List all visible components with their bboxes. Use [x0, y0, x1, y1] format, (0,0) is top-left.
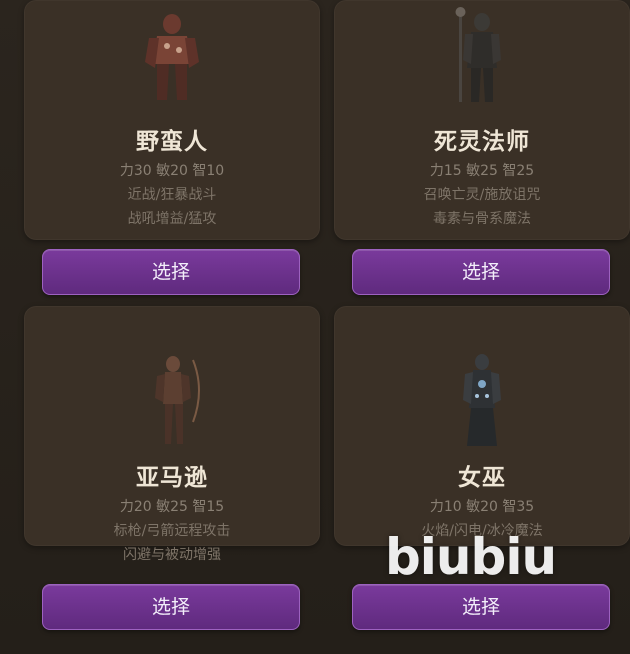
class-desc-line1: 召唤亡灵/施放诅咒 — [423, 187, 541, 203]
class-desc-line2: 战吼增益/猛攻 — [127, 211, 217, 227]
select-button-necromancer[interactable]: 选择 — [352, 249, 610, 295]
class-card-sorceress: 女巫 力10 敏20 智35 火焰/闪电/冰冷魔法 — [334, 306, 630, 546]
class-name: 野蛮人 — [136, 129, 208, 155]
class-stats: 力10 敏20 智35 — [429, 499, 535, 515]
class-desc-line1: 近战/狂暴战斗 — [127, 187, 217, 203]
necromancer-portrait-icon — [455, 7, 501, 102]
class-name: 女巫 — [458, 465, 506, 491]
select-button-sorceress[interactable]: 选择 — [352, 584, 610, 630]
class-name: 亚马逊 — [136, 465, 208, 491]
select-button-amazon[interactable]: 选择 — [42, 584, 300, 630]
class-desc-line2: 闪避与被动增强 — [123, 547, 221, 563]
watermark-logo: biubiu — [385, 528, 557, 586]
class-stats: 力15 敏25 智25 — [429, 163, 535, 179]
sorceress-portrait-icon — [463, 354, 501, 446]
class-name: 死灵法师 — [434, 129, 530, 155]
class-desc-line2: 毒素与骨系魔法 — [433, 211, 531, 227]
select-button-barbarian[interactable]: 选择 — [42, 249, 300, 295]
class-stats: 力30 敏20 智10 — [119, 163, 225, 179]
class-desc-line1: 标枪/弓箭远程攻击 — [113, 523, 231, 539]
class-card-amazon: 亚马逊 力20 敏25 智15 标枪/弓箭远程攻击 闪避与被动增强 — [24, 306, 320, 563]
class-select-screen: 野蛮人 力30 敏20 智10 近战/狂暴战斗 战吼增益/猛攻 选择 死灵法师 … — [0, 0, 630, 654]
amazon-portrait-icon — [155, 356, 200, 444]
class-stats: 力20 敏25 智15 — [119, 499, 225, 515]
barbarian-portrait-icon — [145, 14, 199, 100]
class-card-barbarian: 野蛮人 力30 敏20 智10 近战/狂暴战斗 战吼增益/猛攻 — [24, 0, 320, 240]
class-card-necromancer: 死灵法师 力15 敏25 智25 召唤亡灵/施放诅咒 毒素与骨系魔法 — [334, 0, 630, 240]
